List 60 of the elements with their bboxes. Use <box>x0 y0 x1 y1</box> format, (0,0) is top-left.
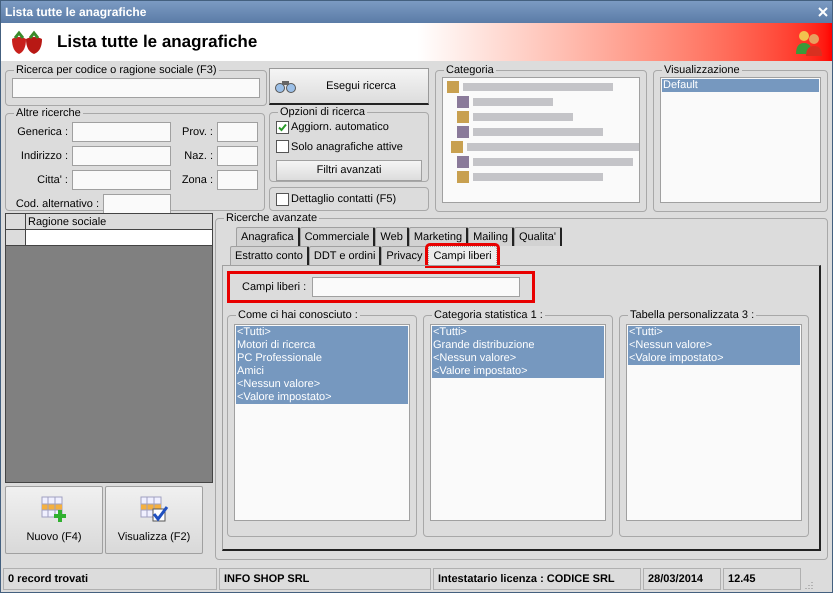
grid-cell[interactable] <box>26 230 212 245</box>
input-field[interactable] <box>72 146 171 166</box>
window-title: Lista tutte le anagrafiche <box>5 4 146 21</box>
status-field: INFO SHOP SRL <box>219 568 431 590</box>
tab[interactable]: Mailing <box>468 227 514 246</box>
status-field: Intestatario licenza : CODICE SRL <box>433 568 641 590</box>
group-label: Categoria <box>445 64 495 77</box>
checkbox-label: Solo anagrafiche attive <box>291 140 403 154</box>
grid-check-icon <box>139 494 169 523</box>
group-label: Come ci hai conosciuto : <box>237 309 359 322</box>
input-field[interactable] <box>217 170 258 190</box>
tab[interactable]: Web <box>375 227 409 246</box>
input-field[interactable] <box>217 122 258 142</box>
search-button[interactable]: Esegui ricerca <box>269 68 429 105</box>
field-label: Prov. : <box>181 124 214 140</box>
field-label: Campi liberi : <box>242 280 306 295</box>
field-label: Citta' : <box>36 172 69 188</box>
close-icon[interactable] <box>818 7 828 17</box>
input-field[interactable] <box>12 78 260 98</box>
group-label: Visualizzazione <box>663 64 741 77</box>
binoculars-icon <box>274 79 298 93</box>
field-label: Indirizzo : <box>20 148 69 164</box>
checkbox-label: Aggiorn. automatico <box>291 120 389 135</box>
input-field[interactable] <box>312 277 520 297</box>
checkbox[interactable] <box>276 192 289 206</box>
action-button[interactable]: Nuovo (F4) <box>5 486 103 554</box>
tab[interactable]: DDT e ordini <box>308 246 382 265</box>
tab[interactable]: Qualita' <box>514 227 562 246</box>
group-label: Categoria statistica 1 : <box>433 309 544 322</box>
tab[interactable]: Campi liberi <box>428 246 497 265</box>
advanced-filters-button[interactable]: Filtri avanzati <box>276 160 422 181</box>
field-label: Zona : <box>180 172 214 188</box>
check-icon <box>278 122 287 132</box>
input-field[interactable] <box>72 170 171 190</box>
group-label: Altre ricerche <box>15 107 82 120</box>
tab[interactable]: Estratto conto <box>230 246 309 265</box>
group-label: Ricerche avanzate <box>225 212 318 225</box>
input-field[interactable] <box>72 122 171 142</box>
row-header-cell[interactable] <box>6 230 26 245</box>
status-field: 0 record trovati <box>3 568 217 590</box>
grid-add-icon <box>40 494 68 523</box>
input-field[interactable] <box>103 194 171 214</box>
field-label: Naz. : <box>183 148 214 164</box>
status-field: 12.45 <box>723 568 801 590</box>
resize-grip-icon[interactable] <box>803 580 813 590</box>
header-title: Lista tutte le anagrafiche <box>57 31 258 54</box>
users-icon <box>794 28 824 56</box>
input-field[interactable] <box>217 146 258 166</box>
group-label: Opzioni di ricerca <box>279 106 366 119</box>
checkbox[interactable] <box>276 120 289 134</box>
tab[interactable]: Anagrafica <box>236 227 300 246</box>
field-label: Cod. alternativo : <box>14 196 100 212</box>
checkbox-label: Dettaglio contatti (F5) <box>291 192 396 207</box>
field-label: Generica : <box>16 124 69 140</box>
checkbox[interactable] <box>276 140 289 154</box>
group-label: Ricerca per codice o ragione sociale (F3) <box>15 64 218 77</box>
group-label: Tabella personalizzata 3 : <box>629 309 756 322</box>
tab[interactable]: Commerciale <box>300 227 376 246</box>
status-field: 28/03/2014 <box>643 568 721 590</box>
action-button[interactable]: Visualizza (F2) <box>105 486 203 554</box>
